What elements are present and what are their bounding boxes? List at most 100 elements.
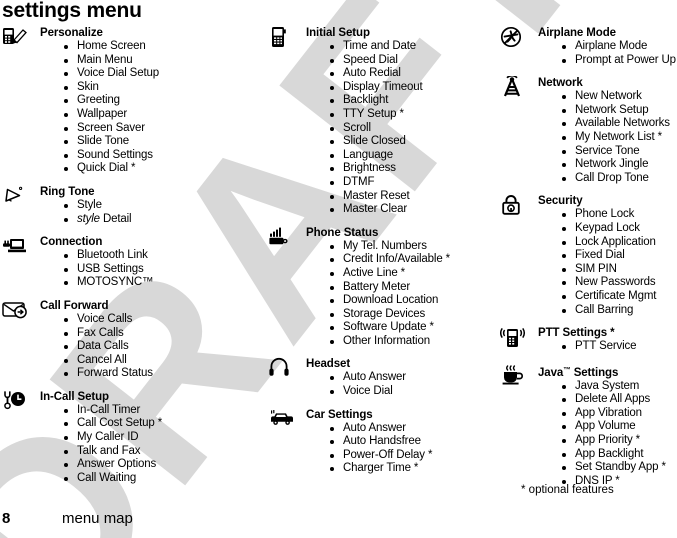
- menu-item[interactable]: Software Update *: [328, 321, 498, 335]
- menu-item[interactable]: Call Cost Setup *: [62, 417, 264, 431]
- menu-item[interactable]: Network Jingle: [560, 158, 677, 172]
- page-footer: 8 menu map: [2, 509, 675, 535]
- menu-item[interactable]: Forward Status: [62, 367, 264, 381]
- menu-item[interactable]: Other Information: [328, 335, 498, 349]
- menu-section-security: Security Phone Lock Keypad Lock Lock Applic…: [500, 194, 677, 317]
- menu-item[interactable]: Network Setup: [560, 104, 677, 118]
- menu-item[interactable]: Greeting: [62, 94, 264, 108]
- menu-item[interactable]: Master Reset: [328, 190, 498, 204]
- menu-item[interactable]: Scroll: [328, 122, 498, 136]
- menu-item[interactable]: Call Barring: [560, 304, 677, 318]
- menu-item[interactable]: Prompt at Power Up: [560, 54, 677, 68]
- menu-item[interactable]: Available Networks: [560, 117, 677, 131]
- menu-item[interactable]: Storage Devices: [328, 308, 498, 322]
- menu-item[interactable]: Fax Calls: [62, 327, 264, 341]
- menu-item[interactable]: Airplane Mode: [560, 40, 677, 54]
- menu-item[interactable]: Charger Time *: [328, 462, 498, 476]
- menu-item[interactable]: Voice Dial Setup: [62, 67, 264, 81]
- menu-item[interactable]: Call Drop Tone: [560, 172, 677, 186]
- menu-item[interactable]: Fixed Dial: [560, 249, 677, 263]
- menu-item[interactable]: Auto Redial: [328, 67, 498, 81]
- menu-item[interactable]: Power-Off Delay *: [328, 449, 498, 463]
- menu-item[interactable]: Slide Closed: [328, 135, 498, 149]
- menu-item[interactable]: Wallpaper: [62, 108, 264, 122]
- menu-section-car-settings: Car Settings Auto Answer Auto Handsfree Pow…: [268, 408, 498, 476]
- menu-item[interactable]: App Priority *: [560, 434, 677, 448]
- menu-item[interactable]: Java System: [560, 380, 677, 394]
- menu-item[interactable]: Screen Saver: [62, 122, 264, 136]
- menu-item[interactable]: Skin: [62, 81, 264, 95]
- menu-item[interactable]: App Backlight: [560, 448, 677, 462]
- menu-item[interactable]: Speed Dial: [328, 54, 498, 68]
- menu-item[interactable]: Lock Application: [560, 236, 677, 250]
- menu-item[interactable]: Battery Meter: [328, 281, 498, 295]
- menu-item[interactable]: Answer Options: [62, 458, 264, 472]
- menu-item[interactable]: Cancel All: [62, 354, 264, 368]
- menu-item-list-car-settings: Auto Answer Auto Handsfree Power-Off Delay…: [306, 422, 498, 476]
- menu-item[interactable]: Set Standby App *: [560, 461, 677, 475]
- menu-item[interactable]: DTMF: [328, 176, 498, 190]
- menu-item[interactable]: Master Clear: [328, 203, 498, 217]
- menu-item[interactable]: Home Screen: [62, 40, 264, 54]
- menu-item[interactable]: Keypad Lock: [560, 222, 677, 236]
- menu-item[interactable]: PTT Service: [560, 340, 677, 354]
- menu-item[interactable]: Style: [62, 199, 264, 213]
- menu-section-in-call-setup: In-Call Setup In-Call Timer Call Cost Setu…: [2, 390, 264, 486]
- menu-item[interactable]: Voice Dial: [328, 385, 498, 399]
- menu-item[interactable]: Phone Lock: [560, 208, 677, 222]
- menu-section-ptt-settings: PTT Settings * PTT Service: [500, 326, 677, 354]
- menu-item[interactable]: Brightness: [328, 162, 498, 176]
- coffee-cup-icon: [500, 363, 530, 385]
- menu-item[interactable]: Download Location: [328, 294, 498, 308]
- menu-item[interactable]: Call Waiting: [62, 472, 264, 486]
- menu-item[interactable]: App Volume: [560, 420, 677, 434]
- menu-item[interactable]: New Passwords: [560, 276, 677, 290]
- menu-item[interactable]: Credit Info/Available *: [328, 253, 498, 267]
- menu-item[interactable]: Display Timeout: [328, 81, 498, 95]
- menu-item[interactable]: Time and Date: [328, 40, 498, 54]
- section-title-car-settings: Car Settings: [306, 408, 373, 421]
- menu-item[interactable]: App Vibration: [560, 407, 677, 421]
- menu-item[interactable]: Talk and Fax: [62, 445, 264, 459]
- section-title-security: Security: [538, 195, 583, 208]
- menu-item[interactable]: TTY Setup *: [328, 108, 498, 122]
- section-title-ring-tone: Ring Tone: [40, 185, 95, 198]
- handset-icon: [268, 26, 298, 48]
- menu-item[interactable]: My Tel. Numbers: [328, 240, 498, 254]
- menu-item[interactable]: Backlight: [328, 94, 498, 108]
- menu-item[interactable]: SIM PIN: [560, 263, 677, 277]
- menu-item[interactable]: In-Call Timer: [62, 404, 264, 418]
- menu-item[interactable]: New Network: [560, 90, 677, 104]
- section-title-phone-status: Phone Status: [306, 226, 379, 239]
- menu-item[interactable]: Data Calls: [62, 340, 264, 354]
- menu-item[interactable]: Auto Answer: [328, 371, 498, 385]
- menu-item[interactable]: Service Tone: [560, 145, 677, 159]
- menu-item[interactable]: Delete All Apps: [560, 393, 677, 407]
- menu-item[interactable]: Bluetooth Link: [62, 249, 264, 263]
- menu-item[interactable]: Certificate Mgmt: [560, 290, 677, 304]
- menu-section-ring-tone: Ring Tone Style style Detail: [2, 185, 264, 226]
- menu-item[interactable]: Auto Answer: [328, 422, 498, 436]
- menu-item[interactable]: Sound Settings: [62, 149, 264, 163]
- network-tower-icon: [500, 76, 530, 98]
- menu-item-list-headset: Auto Answer Voice Dial: [306, 371, 498, 398]
- menu-section-personalize: Personalize Home Screen Main Menu Voice Dia…: [2, 26, 264, 176]
- menu-item[interactable]: Slide Tone: [62, 135, 264, 149]
- menu-item[interactable]: MOTOSYNC™: [62, 276, 264, 290]
- menu-item[interactable]: Auto Handsfree: [328, 435, 498, 449]
- menu-item[interactable]: Language: [328, 149, 498, 163]
- section-title-network: Network: [538, 77, 583, 90]
- menu-item[interactable]: My Network List *: [560, 131, 677, 145]
- menu-item[interactable]: Voice Calls: [62, 313, 264, 327]
- menu-section-airplane-mode: Airplane Mode Airplane Mode Prompt at Powe…: [500, 26, 677, 67]
- menu-item[interactable]: Quick Dial *: [62, 162, 264, 176]
- menu-column-3: Airplane Mode Airplane Mode Prompt at Powe…: [500, 26, 677, 497]
- menu-item[interactable]: USB Settings: [62, 263, 264, 277]
- menu-item[interactable]: Main Menu: [62, 54, 264, 68]
- headset-icon: [268, 357, 298, 379]
- menu-item-list-ptt-settings: PTT Service: [538, 340, 677, 354]
- menu-item[interactable]: style Detail: [62, 213, 264, 227]
- menu-item[interactable]: My Caller ID: [62, 431, 264, 445]
- section-title-connection: Connection: [40, 236, 103, 249]
- menu-item[interactable]: Active Line *: [328, 267, 498, 281]
